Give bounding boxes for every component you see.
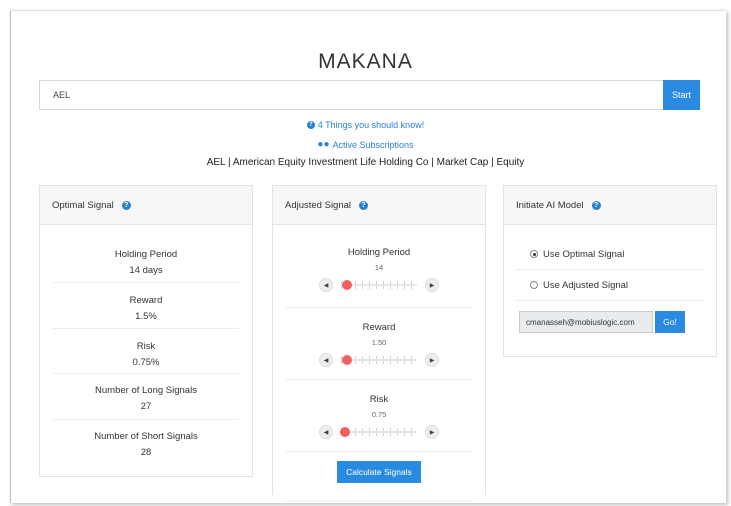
- chevron-right-icon[interactable]: ▶: [425, 278, 439, 292]
- reward-value: 1.50: [371, 338, 387, 347]
- adjusted-signal-panel: Adjusted Signal ? Holding Period 14 ◀ ▶ …: [272, 185, 486, 502]
- slider-track: [341, 431, 417, 433]
- instrument-info: AEL | American Equity Investment Life Ho…: [206, 157, 525, 168]
- email-row: Go!: [519, 311, 716, 333]
- users-icon: ●●: [317, 139, 330, 150]
- question-circle-icon: ?: [306, 121, 315, 129]
- risk-slider[interactable]: ◀ ▶: [319, 425, 439, 439]
- holding-period-slider-group: Holding Period 14 ◀ ▶: [286, 225, 472, 308]
- chevron-right-icon[interactable]: ▶: [425, 353, 439, 367]
- reward-slider[interactable]: ◀ ▶: [319, 353, 439, 367]
- slider-thumb[interactable]: [339, 427, 350, 437]
- chevron-left-icon[interactable]: ◀: [319, 425, 333, 439]
- things-link-row: ? 4 Things you should know!: [0, 118, 731, 130]
- question-circle-icon[interactable]: ?: [359, 200, 369, 210]
- holding-period-label: Holding Period: [347, 247, 411, 258]
- holding-period-value: 14: [374, 263, 384, 272]
- start-button[interactable]: Start: [663, 80, 700, 110]
- reward-label: Reward: [362, 322, 396, 333]
- slider-track: [341, 359, 417, 361]
- initiate-ai-model-header: Initiate AI Model ?: [504, 186, 716, 225]
- calculate-signals-button[interactable]: Calculate Signals: [337, 461, 421, 483]
- question-circle-icon[interactable]: ?: [591, 200, 601, 210]
- go-button[interactable]: Go!: [655, 311, 685, 333]
- adjusted-signal-header: Adjusted Signal ?: [273, 186, 485, 225]
- radio-selected-icon[interactable]: [530, 250, 538, 258]
- reward-slider-group: Reward 1.50 ◀ ▶: [286, 308, 472, 380]
- active-subscriptions-link[interactable]: ●● Active Subscriptions: [317, 139, 413, 150]
- chevron-left-icon[interactable]: ◀: [319, 278, 333, 292]
- risk-value: 0.75: [371, 410, 387, 419]
- page-title: MAKANA: [318, 50, 413, 73]
- holding-period-slider[interactable]: ◀ ▶: [319, 278, 439, 292]
- optimal-risk: Risk 0.75%: [53, 329, 239, 374]
- optimal-holding-period: Holding Period 14 days: [53, 225, 239, 283]
- optimal-reward: Reward 1.5%: [53, 283, 239, 329]
- initiate-ai-model-title: Initiate AI Model: [516, 199, 584, 211]
- optimal-signal-title: Optimal Signal: [52, 199, 114, 211]
- slider-track: [341, 284, 417, 286]
- active-subscriptions-label: Active Subscriptions: [332, 139, 414, 150]
- adjusted-signal-title: Adjusted Signal: [285, 199, 352, 211]
- calculate-row: Calculate Signals: [286, 461, 472, 502]
- chevron-left-icon[interactable]: ◀: [319, 353, 333, 367]
- risk-slider-group: Risk 0.75 ◀ ▶: [286, 380, 472, 452]
- chevron-right-icon[interactable]: ▶: [425, 425, 439, 439]
- question-circle-icon[interactable]: ?: [121, 200, 131, 210]
- things-link-label: 4 Things you should know!: [317, 120, 425, 130]
- optimal-signal-panel: Optimal Signal ? Holding Period 14 days …: [39, 185, 253, 477]
- radio-unselected-icon[interactable]: [530, 281, 538, 289]
- things-link[interactable]: ? 4 Things you should know!: [306, 120, 425, 130]
- optimal-long-signals: Number of Long Signals 27: [53, 374, 239, 420]
- ticker-search-input[interactable]: [40, 81, 664, 109]
- subscriptions-link-row: ●● Active Subscriptions: [0, 139, 731, 150]
- optimal-short-signals: Number of Short Signals 28: [94, 431, 198, 458]
- use-optimal-signal-label: Use Optimal Signal: [543, 248, 625, 260]
- use-optimal-signal-option[interactable]: Use Optimal Signal: [516, 239, 704, 270]
- initiate-ai-model-panel: Initiate AI Model ? Use Optimal Signal U…: [503, 185, 717, 357]
- use-adjusted-signal-label: Use Adjusted Signal: [543, 279, 629, 291]
- email-field[interactable]: [519, 311, 653, 333]
- optimal-signal-header: Optimal Signal ?: [40, 186, 252, 225]
- use-adjusted-signal-option[interactable]: Use Adjusted Signal: [516, 270, 704, 301]
- search-bar: Start: [39, 80, 700, 110]
- risk-label: Risk: [369, 394, 389, 405]
